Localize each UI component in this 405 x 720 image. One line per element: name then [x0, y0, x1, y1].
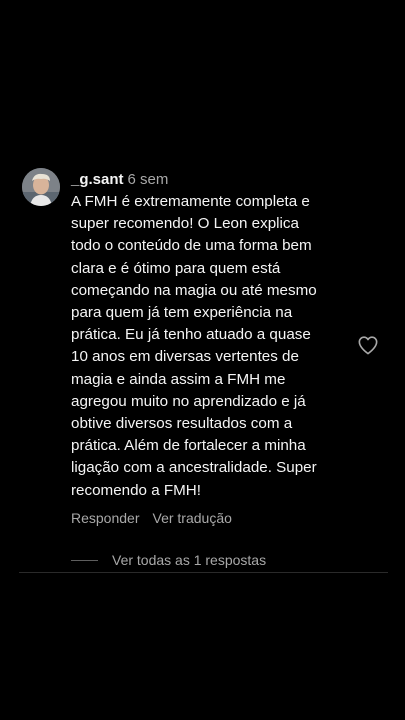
- reply-button[interactable]: Responder: [71, 510, 140, 526]
- comment-text: A FMH é extremamente completa e super re…: [71, 193, 317, 499]
- see-translation-button[interactable]: Ver tradução: [153, 510, 232, 526]
- replies-divider-line: [71, 559, 98, 561]
- avatar-image: [22, 168, 60, 206]
- heart-icon[interactable]: [357, 335, 379, 355]
- view-replies-label: Ver todas as 1 respostas: [112, 552, 267, 568]
- separator-line: [19, 572, 388, 573]
- comment-header: _g.sant 6 sem: [71, 170, 168, 190]
- comment-item: _g.sant 6 sem A FMH é extremamente comple…: [0, 0, 405, 720]
- avatar[interactable]: [22, 168, 60, 206]
- comment-actions: Responder Ver tradução: [71, 509, 232, 527]
- username[interactable]: _g.sant: [71, 171, 124, 188]
- view-replies-button[interactable]: Ver todas as 1 respostas: [71, 551, 266, 569]
- timestamp: 6 sem: [127, 171, 169, 188]
